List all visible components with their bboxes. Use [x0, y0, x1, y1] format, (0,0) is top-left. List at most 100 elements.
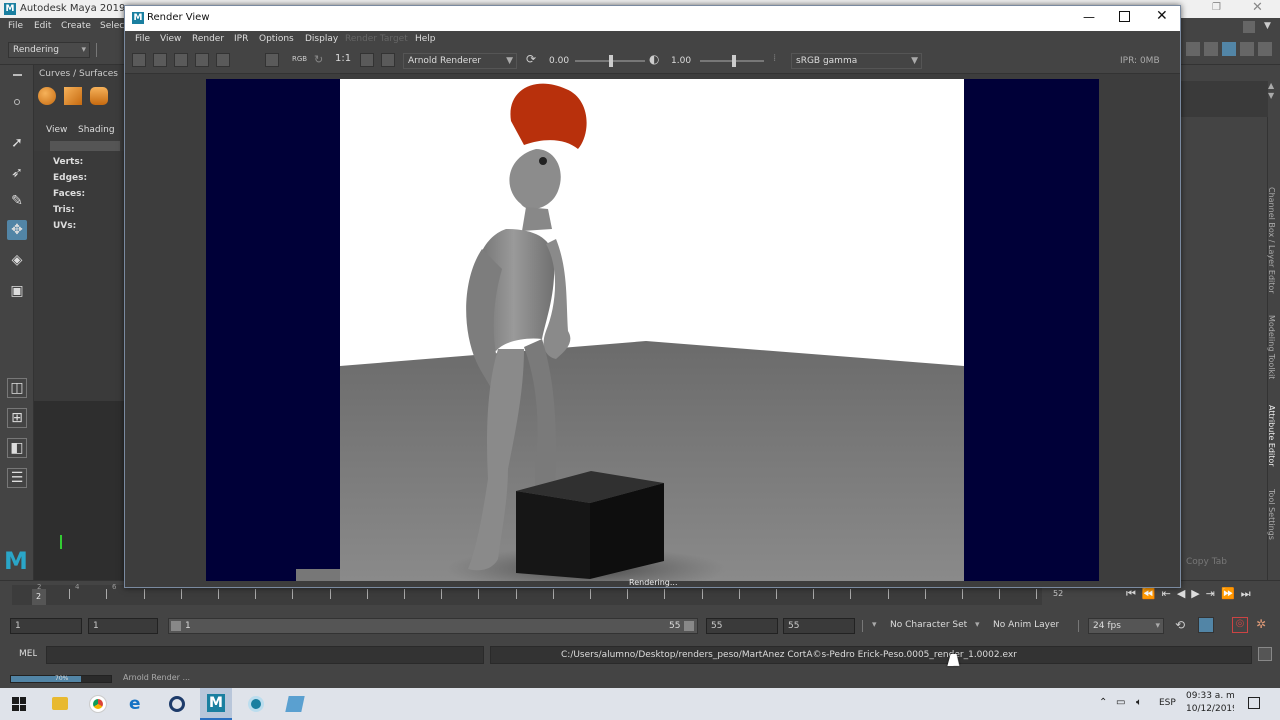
shelf-tab-label[interactable]: Curves / Surfaces — [39, 69, 118, 79]
rotate-tool-icon[interactable]: ◈ — [7, 250, 27, 270]
windows-start-icon[interactable] — [12, 697, 26, 711]
ipr-icon[interactable] — [195, 53, 209, 67]
scroll-up-icon[interactable]: ▲ — [1268, 81, 1274, 90]
edge-icon[interactable]: e — [129, 694, 141, 714]
playback-start-field[interactable]: 1 — [88, 618, 158, 634]
exposure-slider[interactable] — [575, 55, 645, 67]
tool-settings-toggle-icon[interactable] — [1240, 42, 1254, 56]
rv-menu-help[interactable]: Help — [415, 34, 436, 44]
renderer-dropdown[interactable]: Arnold Renderer ▼ — [403, 53, 517, 69]
shelf-options-icon[interactable] — [14, 99, 20, 105]
scale-tool-icon[interactable]: ▣ — [7, 281, 27, 301]
rv-menu-render[interactable]: Render — [192, 34, 224, 44]
step-forward-icon[interactable]: ⏩ — [1221, 587, 1235, 601]
channel-box-toggle-icon[interactable] — [1258, 42, 1272, 56]
exposure-value[interactable]: 0.00 — [549, 56, 569, 66]
script-language-label[interactable]: MEL — [19, 649, 37, 659]
copy-tab-button[interactable]: Copy Tab — [1186, 557, 1227, 567]
color-management-icon[interactable]: ⁞ — [773, 53, 776, 64]
go-to-start-icon[interactable]: ⏮ — [1126, 587, 1136, 601]
redo-render-icon[interactable] — [132, 53, 146, 67]
layout-icon[interactable] — [1186, 42, 1200, 56]
rv-menu-ipr[interactable]: IPR — [234, 34, 248, 44]
file-explorer-icon[interactable] — [52, 697, 68, 710]
menu-select[interactable]: Selec — [100, 21, 124, 31]
nurbs-cube-icon[interactable] — [64, 87, 82, 105]
end-time-field[interactable]: 55 — [783, 618, 855, 634]
gamma-value[interactable]: 1.00 — [671, 56, 691, 66]
fps-dropdown[interactable]: 24 fps ▾ — [1088, 618, 1164, 634]
rgb-channel-button[interactable]: RGB — [292, 55, 307, 63]
rv-menu-view[interactable]: View — [160, 34, 181, 44]
menu-create[interactable]: Create — [61, 21, 91, 31]
nurbs-sphere-icon[interactable] — [38, 87, 56, 105]
snap-icon[interactable] — [1204, 42, 1218, 56]
gamma-reset-icon[interactable]: ◐ — [649, 52, 659, 66]
rv-menu-options[interactable]: Options — [259, 34, 294, 44]
single-view-icon[interactable]: ◫ — [7, 378, 27, 398]
clock-time[interactable]: 09:33 a. m. — [1186, 691, 1234, 701]
notepad-icon[interactable] — [285, 696, 305, 712]
language-indicator[interactable]: ESP — [1159, 698, 1176, 708]
tab-attribute-editor[interactable]: Attribute Editor — [1267, 405, 1276, 467]
step-forward-key-icon[interactable]: ⇥ — [1206, 587, 1215, 601]
menu-file[interactable]: File — [8, 21, 23, 31]
menu-options-icon[interactable] — [1243, 21, 1255, 33]
select-tool-icon[interactable]: ➚ — [7, 133, 27, 153]
minimize-icon[interactable]: — — [1083, 10, 1095, 24]
two-view-icon[interactable]: ◧ — [7, 438, 27, 458]
maya-taskbar-button[interactable]: M — [200, 688, 232, 720]
rv-menu-file[interactable]: File — [135, 34, 150, 44]
search-app-icon[interactable] — [248, 696, 264, 712]
display-region-icon[interactable] — [360, 53, 374, 67]
tab-tool-settings[interactable]: Tool Settings — [1267, 489, 1276, 540]
exposure-slider-handle[interactable] — [609, 55, 613, 67]
collapse-icon[interactable] — [13, 74, 22, 76]
current-time-marker[interactable]: 2 — [32, 589, 46, 605]
step-back-icon[interactable]: ⏪ — [1142, 587, 1156, 601]
range-end-handle[interactable] — [684, 621, 694, 631]
lasso-tool-icon[interactable]: ➶ — [7, 163, 27, 183]
close-icon[interactable]: ✕ — [1252, 0, 1263, 15]
rv-menu-display[interactable]: Display — [305, 34, 338, 44]
obs-icon[interactable] — [169, 696, 185, 712]
panel-menu-shading[interactable]: Shading — [78, 125, 115, 135]
volume-icon[interactable]: 🔈︎ — [1136, 697, 1142, 708]
menu-edit[interactable]: Edit — [34, 21, 51, 31]
step-back-key-icon[interactable]: ⇤ — [1162, 587, 1171, 601]
panel-menu-view[interactable]: View — [46, 125, 67, 135]
play-forward-icon[interactable]: ▶ — [1191, 587, 1199, 601]
tab-channel-box[interactable]: Channel Box / Layer Editor — [1267, 187, 1276, 294]
scroll-down-icon[interactable]: ▼ — [1268, 91, 1274, 100]
snapshot-icon[interactable] — [174, 53, 188, 67]
paint-select-icon[interactable]: ✎ — [7, 191, 27, 211]
range-slider-bar[interactable]: 1 55 — [168, 618, 698, 634]
restore-icon[interactable]: ❐ — [1212, 2, 1221, 13]
start-time-field[interactable]: 1 — [10, 618, 82, 634]
four-view-icon[interactable]: ⊞ — [7, 408, 27, 428]
gamma-slider-handle[interactable] — [732, 55, 736, 67]
clock-date[interactable]: 10/12/2019 — [1186, 704, 1234, 714]
chrome-icon[interactable] — [89, 695, 107, 713]
playback-end-field[interactable]: 55 — [706, 618, 778, 634]
tab-modeling-toolkit[interactable]: Modeling Toolkit — [1267, 315, 1276, 379]
loop-icon[interactable]: ⟲ — [1175, 618, 1185, 632]
exposure-reset-icon[interactable]: ⟳ — [526, 52, 536, 66]
character-set-label[interactable]: No Character Set — [890, 620, 967, 630]
menu-dropdown-icon[interactable]: ▼ — [1264, 21, 1271, 31]
auto-keyframe-icon[interactable]: ◎ — [1232, 617, 1248, 633]
go-to-end-icon[interactable]: ⏭ — [1241, 587, 1251, 601]
gamma-slider[interactable] — [700, 55, 764, 67]
maximize-icon[interactable] — [1119, 11, 1130, 22]
notification-icon[interactable] — [1248, 697, 1260, 709]
time-slider-track[interactable] — [12, 585, 1042, 605]
command-input[interactable] — [46, 646, 484, 664]
render-options-icon[interactable] — [381, 53, 395, 67]
play-back-icon[interactable]: ◀ — [1177, 587, 1185, 601]
panel-toolbar[interactable] — [50, 141, 120, 151]
preferences-icon[interactable]: ✲ — [1256, 617, 1266, 631]
network-icon[interactable]: ▭ — [1116, 697, 1125, 708]
outliner-view-icon[interactable]: ☰ — [7, 468, 27, 488]
anim-layer-chevron-icon[interactable]: ▾ — [975, 620, 980, 630]
keep-image-icon[interactable] — [265, 53, 279, 67]
